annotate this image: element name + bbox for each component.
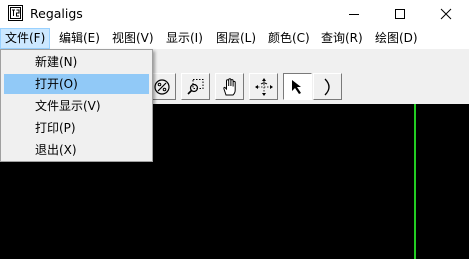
file-menu-dropdown: 新建(N) 打开(O) 文件显示(V) 打印(P) 退出(X) — [0, 49, 153, 162]
arc-button[interactable] — [313, 73, 342, 100]
arc-icon — [324, 78, 330, 96]
maximize-button[interactable] — [377, 0, 423, 28]
zoom-window-icon — [187, 79, 204, 95]
app-icon — [8, 5, 23, 21]
menu-color[interactable]: 颜色(C) — [263, 29, 315, 48]
rotate-view-button[interactable] — [249, 73, 278, 100]
menu-query[interactable]: 查询(R) — [316, 29, 368, 48]
menu-edit[interactable]: 编辑(E) — [54, 29, 105, 48]
rotate-view-icon — [255, 78, 273, 96]
menu-layer[interactable]: 图层(L) — [211, 29, 261, 48]
menu-view[interactable]: 视图(V) — [107, 29, 159, 48]
menu-draw[interactable]: 绘图(D) — [370, 29, 423, 48]
menu-item-print[interactable]: 打印(P) — [4, 118, 149, 138]
select-arrow-icon — [292, 80, 301, 94]
pan-button[interactable] — [215, 73, 244, 100]
minimize-button[interactable] — [331, 0, 377, 28]
menu-file[interactable]: 文件(F) — [0, 28, 51, 49]
zoom-percent-icon — [154, 79, 170, 95]
pan-hand-icon — [223, 78, 236, 96]
title-bar: Regaligs — [0, 0, 469, 28]
select-button[interactable] — [283, 73, 312, 100]
close-button[interactable] — [423, 0, 469, 28]
minimize-icon — [349, 14, 359, 15]
menu-item-exit[interactable]: 退出(X) — [4, 140, 149, 160]
canvas-vertical-line — [414, 104, 416, 259]
menu-item-file-display[interactable]: 文件显示(V) — [4, 96, 149, 116]
menu-display[interactable]: 显示(I) — [161, 29, 208, 48]
window-title: Regaligs — [30, 6, 83, 21]
menu-bar: 文件(F) 编辑(E) 视图(V) 显示(I) 图层(L) 颜色(C) 查询(R… — [0, 28, 469, 49]
zoom-window-button[interactable] — [181, 73, 210, 100]
close-icon — [440, 8, 452, 20]
menu-item-new[interactable]: 新建(N) — [4, 52, 149, 72]
maximize-icon — [395, 9, 405, 19]
menu-item-open[interactable]: 打开(O) — [4, 74, 149, 94]
